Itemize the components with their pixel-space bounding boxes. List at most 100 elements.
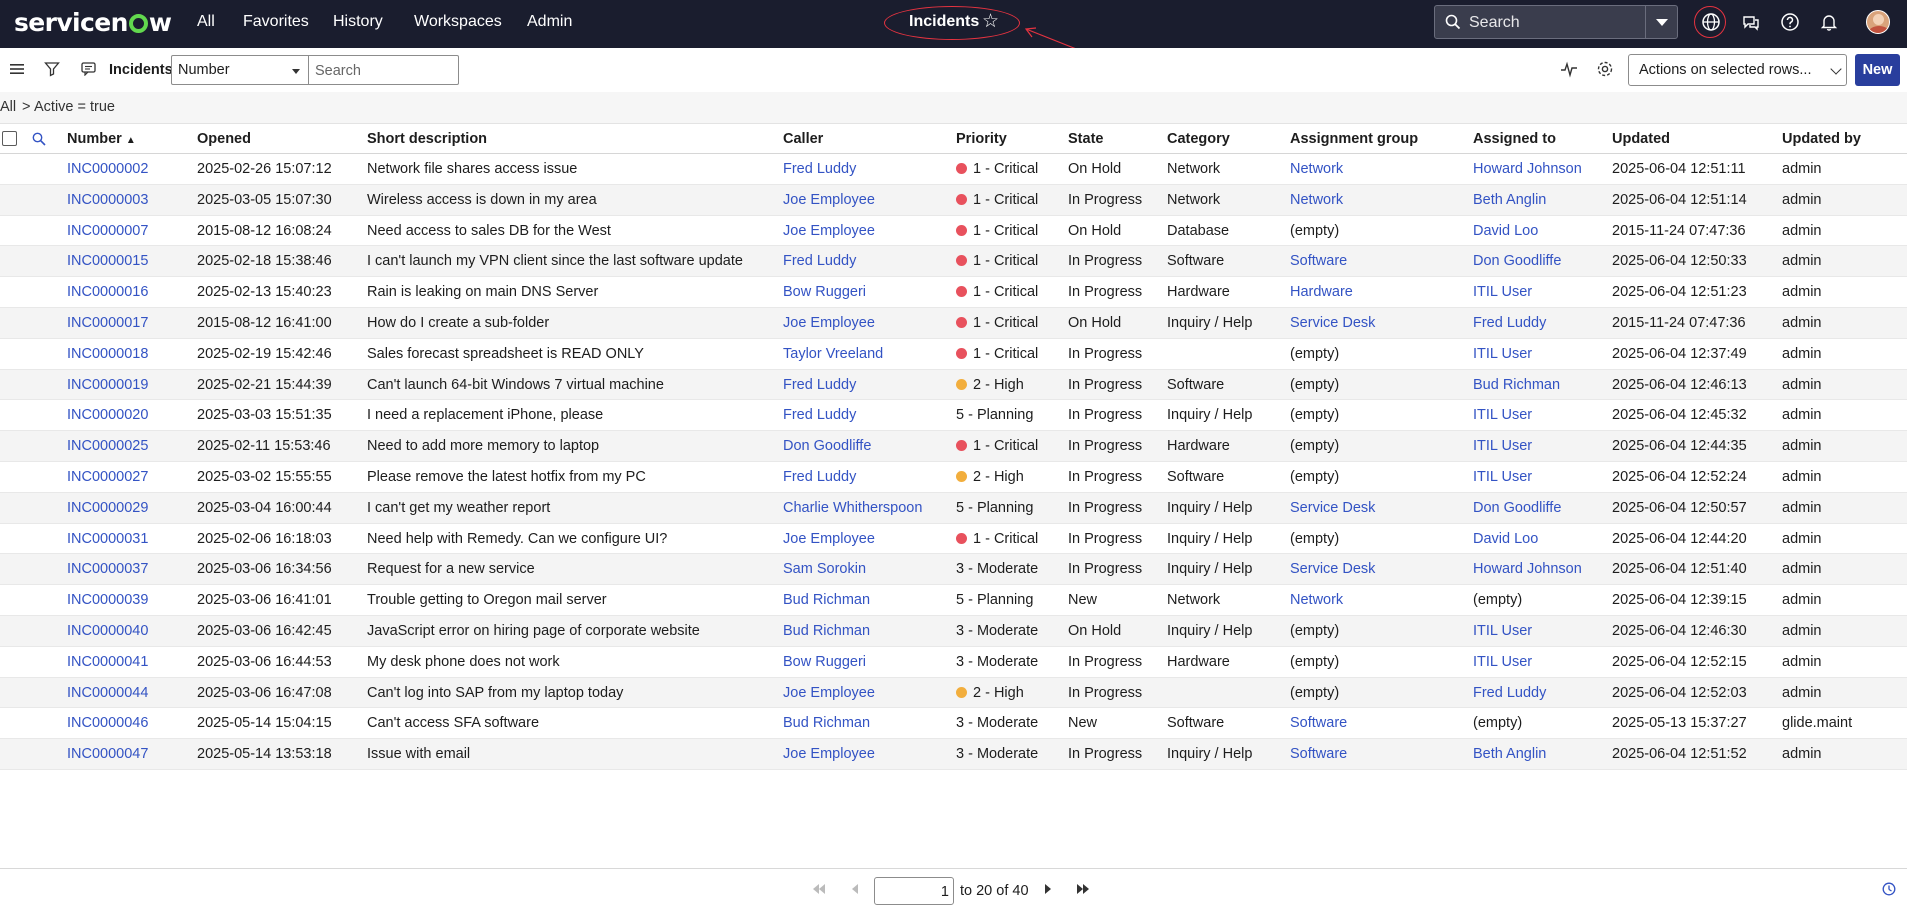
cell-number[interactable]: INC0000044 [67,685,148,701]
cell-assigned-to[interactable]: ITIL User [1473,284,1532,300]
cell-caller[interactable]: Bow Ruggeri [783,654,866,670]
cell-assigned-to[interactable]: Fred Luddy [1473,315,1546,331]
table-row[interactable]: INC0000029 2025-03-04 16:00:44 I can't get… [0,492,1907,524]
cell-caller[interactable]: Bow Ruggeri [783,284,866,300]
cell-caller[interactable]: Joe Employee [783,685,875,701]
breadcrumb-all[interactable]: All [0,99,16,115]
table-row[interactable]: INC0000016 2025-02-13 15:40:23 Rain is lea… [0,277,1907,308]
global-search-input[interactable]: Search [1469,14,1520,32]
cell-caller[interactable]: Bud Richman [783,592,870,608]
cell-number[interactable]: INC0000019 [67,377,148,393]
cell-number[interactable]: INC0000007 [67,223,148,239]
cell-number[interactable]: INC0000017 [67,315,148,331]
table-row[interactable]: INC0000003 2025-03-05 15:07:30 Wireless ac… [0,184,1907,216]
cell-assigned-to[interactable]: Fred Luddy [1473,685,1546,701]
filter-icon[interactable] [44,61,60,77]
cell-caller[interactable]: Bud Richman [783,715,870,731]
actions-on-selected-rows-select[interactable]: Actions on selected rows... [1628,54,1847,86]
cell-number[interactable]: INC0000016 [67,284,148,300]
previous-page-icon[interactable] [850,882,860,896]
cell-assigned-to[interactable]: David Loo [1473,223,1538,239]
cell-number[interactable]: INC0000015 [67,253,148,269]
cell-assigned-to[interactable]: Don Goodliffe [1473,500,1561,516]
new-button[interactable]: New [1855,54,1900,86]
cell-number[interactable]: INC0000040 [67,623,148,639]
table-row[interactable]: INC0000044 2025-03-06 16:47:08 Can't log i… [0,677,1907,709]
column-header-priority[interactable]: Priority [956,131,1007,147]
table-row[interactable]: INC0000039 2025-03-06 16:41:01 Trouble get… [0,585,1907,616]
global-search[interactable]: Search [1434,5,1678,39]
cell-assigned-to[interactable]: Howard Johnson [1473,561,1582,577]
table-row[interactable]: INC0000019 2025-02-21 15:44:39 Can't launc… [0,369,1907,401]
column-header-updated-by[interactable]: Updated by [1782,131,1861,147]
cell-caller[interactable]: Joe Employee [783,531,875,547]
column-header-opened[interactable]: Opened [197,131,251,147]
activity-pulse-icon[interactable] [1560,60,1578,78]
column-header-caller[interactable]: Caller [783,131,823,147]
cell-assigned-to[interactable]: Howard Johnson [1473,161,1582,177]
cell-number[interactable]: INC0000003 [67,192,148,208]
chat-icon[interactable] [1740,11,1762,33]
cell-assigned-to[interactable]: ITIL User [1473,346,1532,362]
cell-assignment-group[interactable]: Hardware [1290,284,1353,300]
list-comment-icon[interactable] [81,62,96,76]
user-avatar[interactable] [1866,10,1890,34]
cell-assignment-group[interactable]: Software [1290,253,1347,269]
table-row[interactable]: INC0000002 2025-02-26 15:07:12 Network fil… [0,154,1907,185]
column-header-assigned-to[interactable]: Assigned to [1473,131,1556,147]
table-row[interactable]: INC0000007 2015-08-12 16:08:24 Need access… [0,216,1907,247]
cell-number[interactable]: INC0000025 [67,438,148,454]
cell-caller[interactable]: Joe Employee [783,192,875,208]
cell-assignment-group[interactable]: Service Desk [1290,561,1375,577]
table-row[interactable]: INC0000020 2025-03-03 15:51:35 I need a re… [0,400,1907,432]
cell-caller[interactable]: Joe Employee [783,223,875,239]
cell-assigned-to[interactable]: ITIL User [1473,407,1532,423]
column-header-state[interactable]: State [1068,131,1103,147]
cell-assignment-group[interactable]: Network [1290,592,1343,608]
column-header-assignment-group[interactable]: Assignment group [1290,131,1418,147]
table-row[interactable]: INC0000037 2025-03-06 16:34:56 Request for… [0,554,1907,586]
column-search-icon[interactable] [32,132,46,146]
cell-assigned-to[interactable]: ITIL User [1473,623,1532,639]
favorite-star-icon[interactable]: ☆ [982,10,999,33]
gear-icon[interactable] [1596,60,1614,78]
cell-number[interactable]: INC0000031 [67,531,148,547]
cell-number[interactable]: INC0000029 [67,500,148,516]
cell-number[interactable]: INC0000039 [67,592,148,608]
cell-caller[interactable]: Joe Employee [783,315,875,331]
search-scope-dropdown[interactable] [1645,6,1677,38]
cell-caller[interactable]: Sam Sorokin [783,561,866,577]
table-row[interactable]: INC0000031 2025-02-06 16:18:03 Need help w… [0,524,1907,555]
table-row[interactable]: INC0000041 2025-03-06 16:44:53 My desk pho… [0,647,1907,678]
list-search-input[interactable]: Search [309,55,459,85]
breadcrumb-filter-active[interactable]: Active = true [34,99,115,115]
column-header-category[interactable]: Category [1167,131,1230,147]
cell-caller[interactable]: Fred Luddy [783,161,856,177]
notification-bell-icon[interactable] [1818,11,1840,33]
cell-assigned-to[interactable]: Bud Richman [1473,377,1560,393]
nav-history[interactable]: History [333,13,383,31]
first-page-icon[interactable] [812,882,826,896]
cell-number[interactable]: INC0000046 [67,715,148,731]
cell-caller[interactable]: Charlie Whitherspoon [783,500,922,516]
cell-number[interactable]: INC0000047 [67,746,148,762]
cell-caller[interactable]: Fred Luddy [783,377,856,393]
table-row[interactable]: INC0000025 2025-02-11 15:53:46 Need to add… [0,431,1907,462]
table-row[interactable]: INC0000017 2015-08-12 16:41:00 How do I cr… [0,307,1907,339]
globe-icon[interactable] [1700,11,1722,33]
cell-number[interactable]: INC0000020 [67,407,148,423]
help-icon[interactable] [1779,11,1801,33]
cell-caller[interactable]: Fred Luddy [783,469,856,485]
cell-number[interactable]: INC0000018 [67,346,148,362]
next-page-icon[interactable] [1043,882,1053,896]
nav-favorites[interactable]: Favorites [243,13,309,31]
cell-assigned-to[interactable]: Don Goodliffe [1473,253,1561,269]
column-header-short-description[interactable]: Short description [367,131,487,147]
cell-assignment-group[interactable]: Service Desk [1290,315,1375,331]
table-row[interactable]: INC0000018 2025-02-19 15:42:46 Sales forec… [0,339,1907,370]
hamburger-menu-icon[interactable] [10,63,24,75]
table-row[interactable]: INC0000047 2025-05-14 13:53:18 Issue with … [0,739,1907,770]
nav-workspaces[interactable]: Workspaces [414,13,502,31]
select-all-checkbox[interactable] [2,131,17,146]
nav-admin[interactable]: Admin [527,13,572,31]
